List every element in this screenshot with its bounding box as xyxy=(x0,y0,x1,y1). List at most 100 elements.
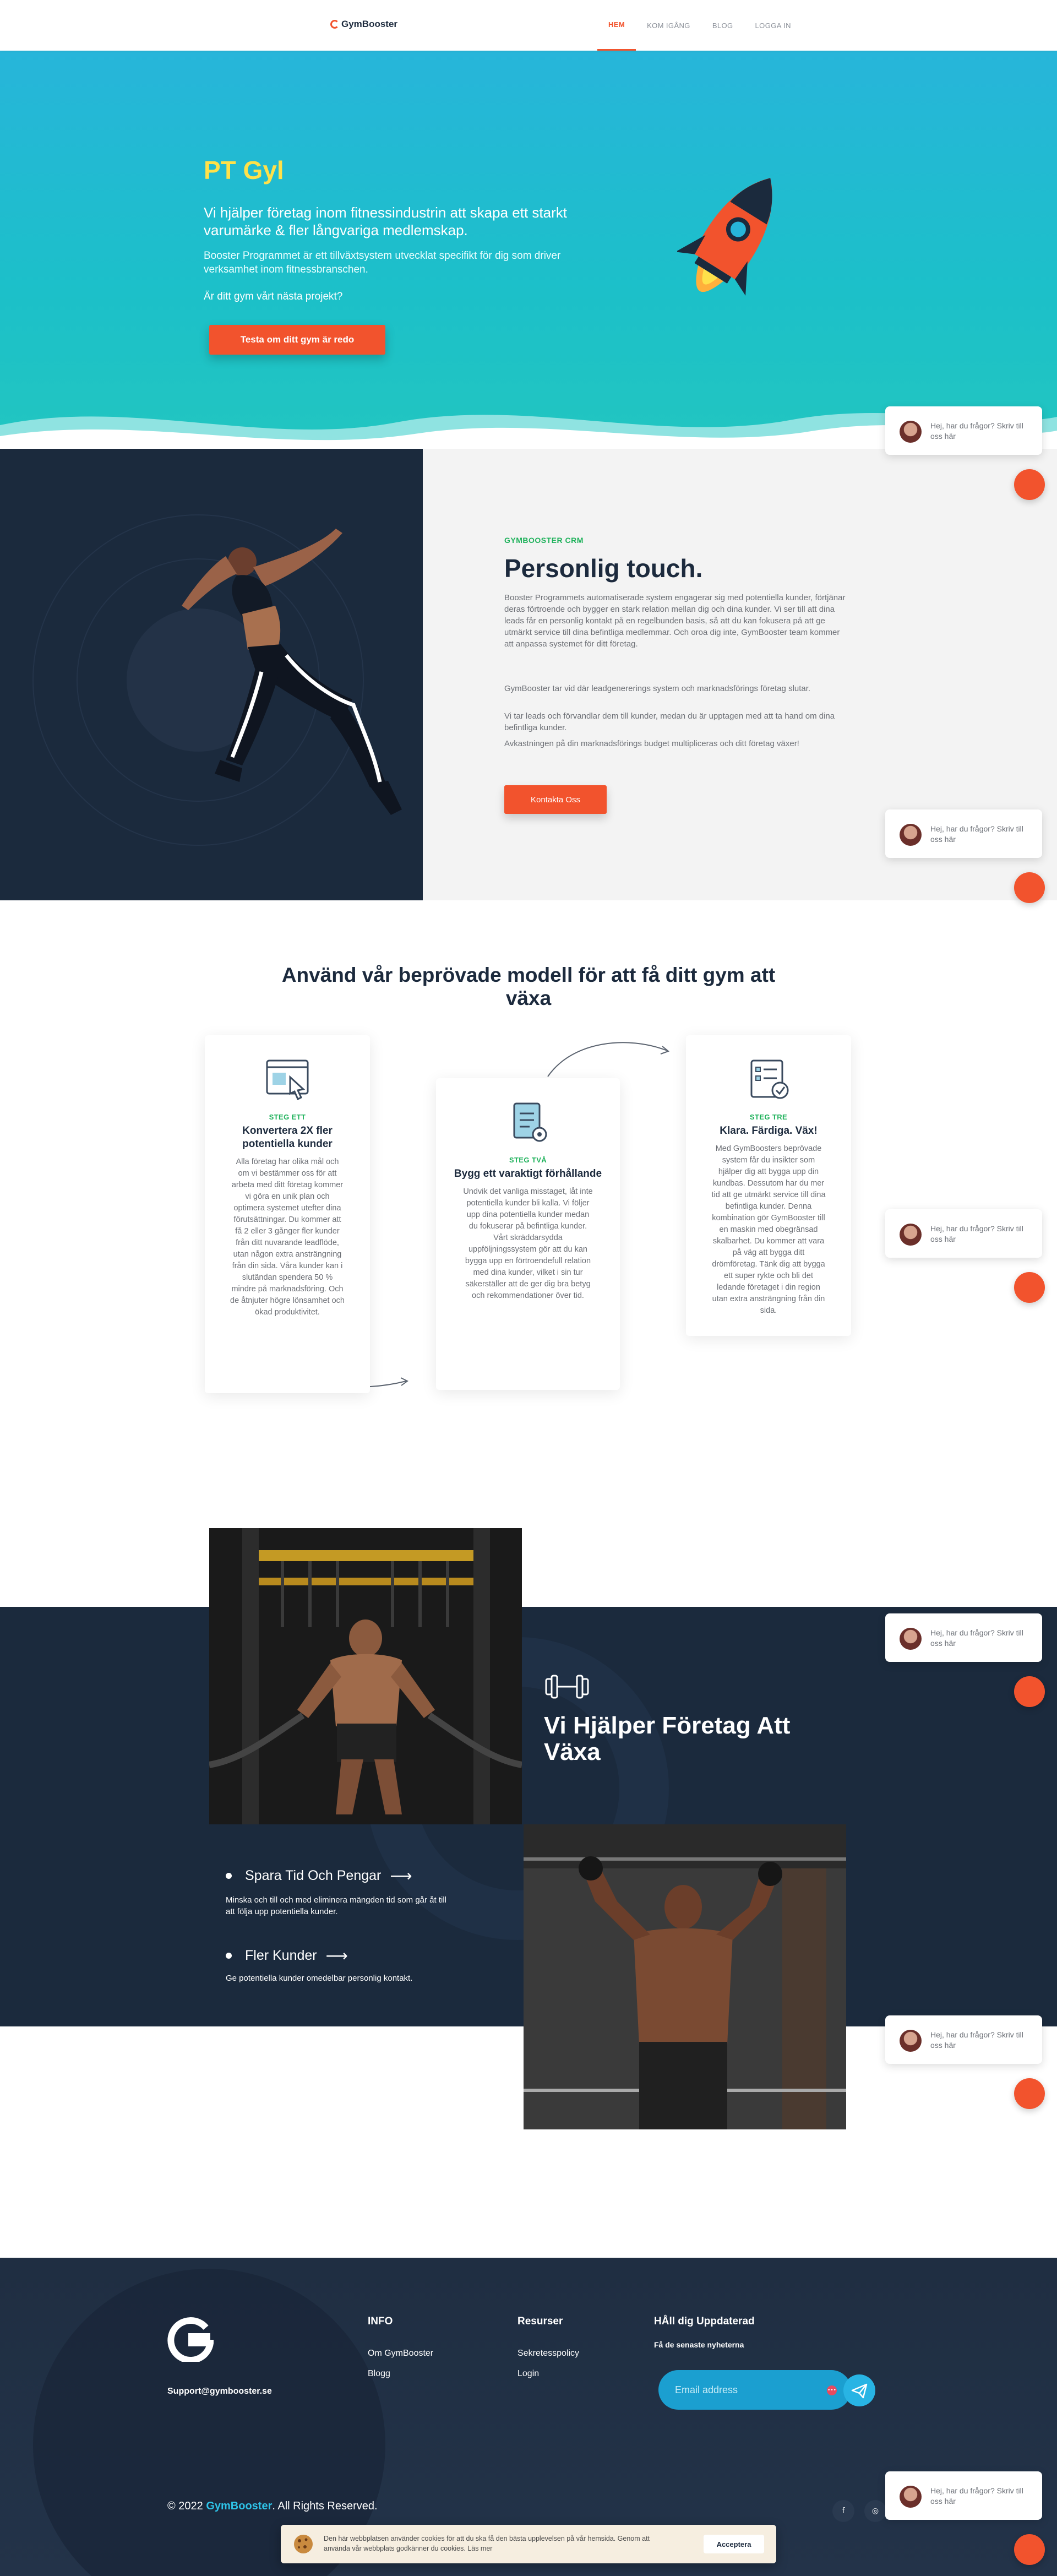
dumbbell-icon xyxy=(545,1675,589,1699)
avatar xyxy=(900,1224,922,1246)
browser-hand-icon xyxy=(266,1059,309,1101)
boxer-photo xyxy=(524,1824,846,2129)
grow-item-1-label: Spara Tid Och Pengar xyxy=(245,1868,382,1883)
cookie-banner: Den här webbplatsen använder cookies för… xyxy=(281,2525,776,2563)
battle-ropes-photo xyxy=(209,1528,522,1824)
chat-popup[interactable]: Hej, har du frågor? Skriv till oss här xyxy=(885,1613,1042,1662)
grow-item-2-heading: Fler Kunder ⟶ xyxy=(226,1947,348,1965)
chat-message: Hej, har du frågor? Skriv till oss här xyxy=(930,2030,1023,2050)
footer-info-heading: INFO xyxy=(368,2316,393,2327)
chat-bubble-icon[interactable] xyxy=(1014,2078,1045,2109)
chat-message: Hej, har du frågor? Skriv till oss här xyxy=(930,1224,1023,1243)
cookie-text: Den här webbplatsen använder cookies för… xyxy=(324,2535,650,2552)
step-body: Med GymBoosters beprövade system får du … xyxy=(711,1144,826,1315)
newsletter-email-input[interactable] xyxy=(658,2370,851,2410)
checklist-icon xyxy=(750,1059,789,1099)
step-title: Bygg ett varaktigt förhållande xyxy=(454,1168,602,1180)
avatar xyxy=(900,2030,922,2052)
avatar xyxy=(900,1628,922,1650)
chat-popup[interactable]: Hej, har du frågor? Skriv till oss här xyxy=(885,2015,1042,2064)
nav-item-logga-in[interactable]: LOGGA IN xyxy=(744,0,802,51)
footer-resources-heading: Resurser xyxy=(517,2316,563,2327)
chat-bubble-icon[interactable] xyxy=(1014,1676,1045,1707)
chat-bubble-icon[interactable] xyxy=(1014,872,1045,903)
chat-message: Hej, har du frågor? Skriv till oss här xyxy=(930,2486,1023,2506)
arrow-right-icon[interactable]: ⟶ xyxy=(326,1947,348,1965)
chat-popup[interactable]: Hej, har du frågor? Skriv till oss här xyxy=(885,809,1042,858)
nav-item-kom-igang[interactable]: KOM IGÅNG xyxy=(636,0,701,51)
avatar xyxy=(900,824,922,846)
avatar xyxy=(900,421,922,443)
nav-item-hem[interactable]: HEM xyxy=(597,0,636,51)
step-card-3: STEG TRE Klara. Färdiga. Väx! Med GymBoo… xyxy=(686,1035,851,1336)
footer-link-sekretesspolicy[interactable]: Sekretesspolicy xyxy=(517,2349,579,2358)
newsletter-send-button[interactable] xyxy=(843,2374,875,2406)
hero-cta-button[interactable]: Testa om ditt gym är redo xyxy=(209,325,385,355)
step-label: STEG TVÅ xyxy=(509,1156,547,1164)
chat-bubble-icon[interactable] xyxy=(1014,1272,1045,1303)
chat-bubble-icon[interactable] xyxy=(1014,469,1045,500)
bullet-icon xyxy=(226,1873,232,1879)
footer-link-login[interactable]: Login xyxy=(517,2369,539,2379)
footer-support-email[interactable]: Support@gymbooster.se xyxy=(167,2387,272,2396)
grow-item-2-text: Ge potentiella kunder omedelbar personli… xyxy=(226,1974,413,1983)
hero-subtext: Booster Programmet är ett tillväxtsystem… xyxy=(204,250,561,275)
footer-newsletter-heading: HÅll dig Uppdaterad xyxy=(654,2316,755,2327)
hero-section: PT Gyl Vi hjälper företag inom fitnessin… xyxy=(0,51,1057,453)
site-header: GymBooster HEM KOM IGÅNG BLOG LOGGA IN xyxy=(0,0,1057,51)
hero-title: PT Gyl xyxy=(204,156,284,184)
chat-message: Hej, har du frågor? Skriv till oss här xyxy=(930,824,1023,844)
main-nav: HEM KOM IGÅNG BLOG LOGGA IN xyxy=(597,0,802,51)
footer-link-om-gymbooster[interactable]: Om GymBooster xyxy=(368,2349,433,2358)
paper-plane-icon xyxy=(851,2383,868,2399)
hero-question: Är ditt gym vårt nästa projekt? xyxy=(204,291,343,302)
crm-paragraph-4: Avkastningen på din marknadsförings budg… xyxy=(504,739,799,748)
crm-paragraph-1: Booster Programmets automatiserade syste… xyxy=(504,593,846,649)
nav-item-blog[interactable]: BLOG xyxy=(701,0,744,51)
crm-paragraph-3: Vi tar leads och förvandlar dem till kun… xyxy=(504,711,835,732)
logo[interactable]: GymBooster xyxy=(330,19,397,30)
footer-link-blogg[interactable]: Blogg xyxy=(368,2369,390,2379)
contact-us-button[interactable]: Kontakta Oss xyxy=(504,785,607,814)
chat-popup[interactable]: Hej, har du frågor? Skriv till oss här xyxy=(885,2471,1042,2520)
chat-message: Hej, har du frågor? Skriv till oss här xyxy=(930,421,1023,441)
cookie-accept-button[interactable]: Acceptera xyxy=(704,2535,764,2553)
copyright-brand[interactable]: GymBooster xyxy=(206,2500,272,2512)
footer-newsletter-subtext: Få de senaste nyheterna xyxy=(654,2340,744,2349)
step-title: Konvertera 2X fler potentiella kunder xyxy=(242,1125,333,1150)
chat-popup[interactable]: Hej, har du frågor? Skriv till oss här xyxy=(885,406,1042,455)
chat-popup[interactable]: Hej, har du frågor? Skriv till oss här xyxy=(885,1209,1042,1258)
grow-item-2-label: Fler Kunder xyxy=(245,1948,317,1963)
instagram-icon[interactable]: ◎ xyxy=(864,2500,886,2522)
copyright-prefix: © 2022 xyxy=(167,2500,206,2512)
step-card-1: STEG ETT Konvertera 2X fler potentiella … xyxy=(205,1035,370,1393)
running-woman-image xyxy=(182,529,402,815)
step-label: STEG TRE xyxy=(749,1113,788,1121)
grow-item-1-text: Minska och till och med eliminera mängde… xyxy=(226,1895,447,1916)
step-title: Klara. Färdiga. Väx! xyxy=(720,1125,818,1137)
chat-bubble-icon[interactable] xyxy=(1014,2534,1045,2565)
crm-eyebrow: GYMBOOSTER CRM xyxy=(504,536,584,545)
avatar xyxy=(900,2486,922,2508)
step-card-2: STEG TVÅ Bygg ett varaktigt förhållande … xyxy=(436,1078,620,1390)
copyright-suffix: . All Rights Reserved. xyxy=(272,2500,378,2512)
rocket-icon xyxy=(677,178,772,296)
arrow-curve-top xyxy=(547,1042,670,1077)
document-settings-icon xyxy=(513,1102,547,1142)
logo-g-icon xyxy=(330,20,339,29)
crm-title: Personlig touch. xyxy=(504,554,703,583)
cookie-icon xyxy=(294,2535,313,2553)
grow-title: Vi Hjälper Företag Att Växa xyxy=(544,1712,791,1765)
bullet-icon xyxy=(226,1953,232,1959)
input-badge-icon: ••• xyxy=(827,2385,837,2395)
footer-logo-icon[interactable] xyxy=(167,2316,214,2362)
logo-text: GymBooster xyxy=(341,19,398,29)
arrow-right-icon[interactable]: ⟶ xyxy=(390,1867,412,1885)
chat-message: Hej, har du frågor? Skriv till oss här xyxy=(930,1628,1023,1648)
step-body: Undvik det vanliga misstaget, låt inte p… xyxy=(463,1187,593,1300)
copyright-text: © 2022 GymBooster. All Rights Reserved. xyxy=(167,2500,378,2513)
hero-lead: Vi hjälper företag inom fitnessindustrin… xyxy=(204,204,567,238)
crm-paragraph-2: GymBooster tar vid där leadgenererings s… xyxy=(504,684,811,693)
facebook-icon[interactable]: f xyxy=(832,2500,854,2522)
grow-item-1-heading: Spara Tid Och Pengar ⟶ xyxy=(226,1867,412,1885)
